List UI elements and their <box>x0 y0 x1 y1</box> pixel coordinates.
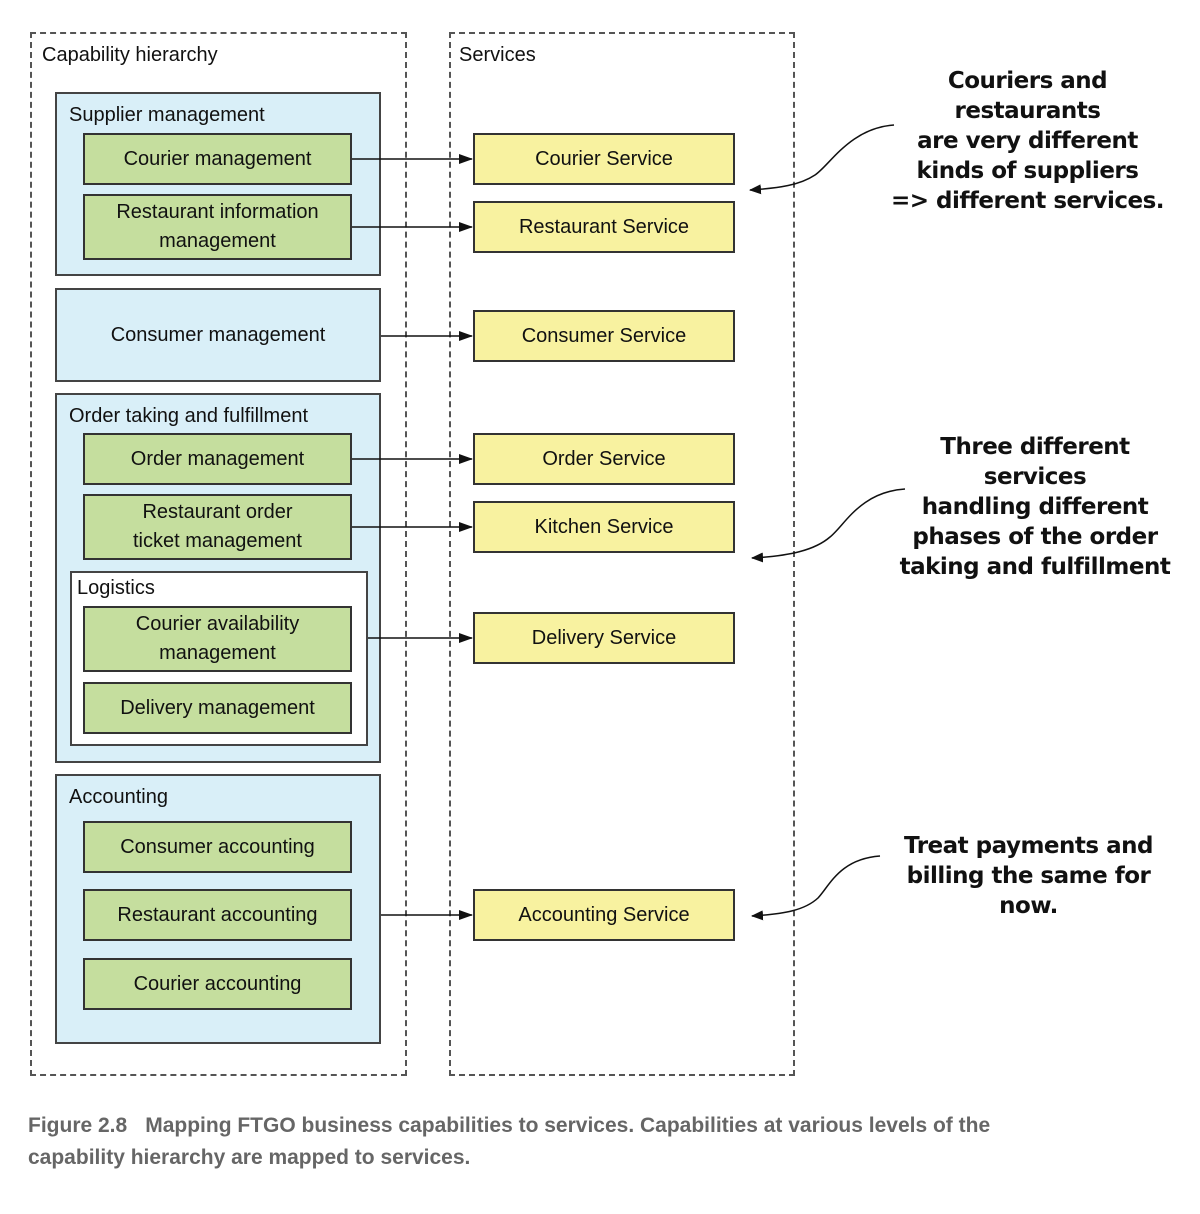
note-line: phases of the order <box>912 524 1158 550</box>
service-label: Order Service <box>542 447 666 470</box>
accounting-label: Accounting <box>69 786 168 808</box>
note-line: kinds of suppliers <box>916 158 1139 184</box>
service-accounting[interactable]: Accounting Service <box>473 889 735 941</box>
capability-label-line1: Courier availability <box>135 613 300 635</box>
capability-delivery-management[interactable]: Delivery management <box>83 682 352 734</box>
service-consumer[interactable]: Consumer Service <box>473 310 735 362</box>
note-line: Treat payments and <box>904 833 1153 859</box>
note-suppliers: Couriers and restaurants are very differ… <box>880 66 1175 216</box>
note-line: billing the same for now. <box>906 863 1151 919</box>
service-label: Courier Service <box>535 147 673 170</box>
consumer-management-label: Consumer management <box>110 323 326 346</box>
service-courier[interactable]: Courier Service <box>473 133 735 185</box>
service-kitchen[interactable]: Kitchen Service <box>473 501 735 553</box>
figure-number: Figure 2.8 <box>28 1114 128 1137</box>
note-line: => different services. <box>891 188 1165 214</box>
capability-label-line2: management <box>159 642 276 664</box>
service-label: Consumer Service <box>521 324 687 347</box>
service-order[interactable]: Order Service <box>473 433 735 485</box>
caption-text: Mapping FTGO business capabilities to se… <box>145 1114 991 1137</box>
capability-restaurant-accounting[interactable]: Restaurant accounting <box>83 889 352 941</box>
figure-caption: Figure 2.8 Mapping FTGO business capabili… <box>28 1110 1188 1174</box>
service-label: Delivery Service <box>531 626 677 649</box>
consumer-management-group[interactable]: Consumer management <box>55 288 381 382</box>
note-order: Three different services handling differ… <box>890 432 1180 582</box>
capability-courier-management[interactable]: Courier management <box>83 133 352 185</box>
service-label: Restaurant Service <box>518 215 690 238</box>
note-line: taking and fulfillment <box>899 554 1171 580</box>
service-delivery[interactable]: Delivery Service <box>473 612 735 664</box>
services-title: Services <box>459 44 536 66</box>
note-line: Couriers and restaurants <box>947 68 1108 124</box>
note-line: handling different <box>921 494 1149 520</box>
note-accounting: Treat payments and billing the same for … <box>880 831 1177 921</box>
capability-label-line2: ticket management <box>133 530 302 552</box>
service-label: Kitchen Service <box>534 515 674 538</box>
caption-line-1: Figure 2.8 Mapping FTGO business capabili… <box>28 1110 1188 1142</box>
capability-label: Courier accounting <box>133 972 302 995</box>
service-restaurant[interactable]: Restaurant Service <box>473 201 735 253</box>
capability-label: Order management <box>130 447 305 470</box>
service-label: Accounting Service <box>518 903 690 926</box>
capability-hierarchy-title: Capability hierarchy <box>42 44 218 66</box>
capability-courier-accounting[interactable]: Courier accounting <box>83 958 352 1010</box>
capability-label-line1: Restaurant information <box>116 201 319 223</box>
capability-label: Courier management <box>123 147 312 170</box>
capability-label: Consumer accounting <box>120 835 315 858</box>
note-line: are very different <box>917 128 1138 154</box>
capability-label: Restaurant accounting <box>117 903 318 926</box>
order-taking-label: Order taking and fulfillment <box>69 405 309 427</box>
logistics-label: Logistics <box>77 577 155 599</box>
capability-consumer-accounting[interactable]: Consumer accounting <box>83 821 352 873</box>
capability-label-line1: Restaurant order <box>142 501 293 523</box>
capability-label: Delivery management <box>120 696 315 719</box>
capability-label-line2: management <box>159 230 276 252</box>
supplier-management-label: Supplier management <box>69 104 265 126</box>
caption-line-2: capability hierarchy are mapped to servi… <box>28 1146 471 1169</box>
capability-order-management[interactable]: Order management <box>83 433 352 485</box>
capability-courier-availability-management[interactable]: Courier availability management <box>83 606 352 672</box>
note-line: Three different services <box>940 434 1130 490</box>
capability-restaurant-order-ticket-management[interactable]: Restaurant order ticket management <box>83 494 352 560</box>
capability-restaurant-information-management[interactable]: Restaurant information management <box>83 194 352 260</box>
